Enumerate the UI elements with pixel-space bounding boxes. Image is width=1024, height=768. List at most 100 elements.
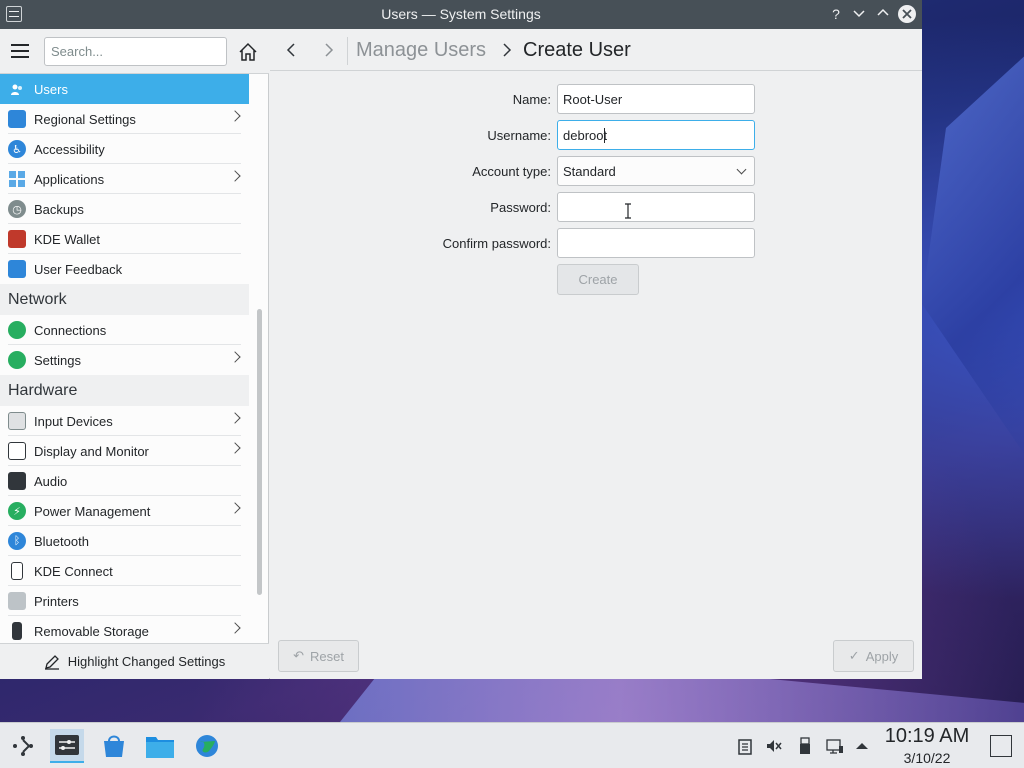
volume-muted-icon[interactable] [765, 737, 783, 755]
confirm-password-field[interactable] [557, 228, 755, 258]
wallpaper-shape [340, 678, 1024, 722]
feedback-icon [8, 260, 26, 278]
wallpaper-shape [922, 40, 1024, 480]
highlight-changed-settings-label: Highlight Changed Settings [67, 654, 226, 669]
chevron-right-icon [229, 442, 241, 454]
sidebar-item-applications[interactable]: Applications [0, 164, 249, 194]
account-type-value: Standard [563, 163, 616, 179]
sidebar-item-label: Audio [34, 473, 68, 489]
system-settings-task-icon[interactable] [50, 729, 84, 763]
sidebar-item-regional-settings[interactable]: Regional Settings [0, 104, 249, 134]
sidebar-item-power-management[interactable]: ⚡ Power Management [0, 496, 249, 526]
backups-icon: ◷ [8, 200, 26, 218]
apply-icon: ✓ [848, 648, 860, 663]
sidebar-item-backups[interactable]: ◷ Backups [0, 194, 249, 224]
breadcrumb-manage-users[interactable]: Manage Users [356, 39, 486, 62]
hamburger-menu-icon[interactable] [11, 44, 29, 58]
name-field[interactable]: Root-User [557, 84, 755, 114]
sidebar-item-accessibility[interactable]: ♿ Accessibility [0, 134, 249, 164]
globe-icon [8, 321, 26, 339]
sidebar-scrollbar[interactable] [257, 309, 262, 595]
breadcrumb: Manage Users Create User [270, 29, 922, 71]
sidebar-item-label: Connections [34, 322, 107, 338]
sidebar-item-label: Display and Monitor [34, 443, 149, 459]
sidebar-item-removable-storage[interactable]: Removable Storage [0, 616, 249, 646]
chevron-right-icon [229, 502, 241, 514]
network-wired-icon[interactable] [826, 737, 844, 755]
username-label: Username: [487, 128, 551, 143]
sidebar-item-kde-wallet[interactable]: KDE Wallet [0, 224, 249, 254]
sidebar-item-label: Backups [34, 201, 84, 217]
sidebar-item-label: Printers [34, 593, 79, 609]
sidebar-item-display-and-monitor[interactable]: Display and Monitor [0, 436, 249, 466]
confirm-password-label: Confirm password: [442, 236, 551, 251]
chevron-up-icon[interactable] [853, 737, 871, 755]
sidebar-item-audio[interactable]: Audio [0, 466, 249, 496]
speaker-icon [8, 472, 26, 490]
breadcrumb-divider [347, 37, 348, 65]
title-bar[interactable]: Users — System Settings ? [0, 0, 922, 29]
chevron-down-icon [736, 164, 747, 175]
discover-store-icon[interactable] [97, 729, 131, 763]
sidebar-item-printers[interactable]: Printers [0, 586, 249, 616]
sidebar-item-users[interactable]: Users [0, 74, 249, 104]
name-label: Name: [512, 92, 551, 107]
highlight-changed-settings-button[interactable]: Highlight Changed Settings [0, 643, 269, 679]
monitor-icon [8, 442, 26, 460]
create-button[interactable]: Create [557, 264, 639, 295]
power-icon: ⚡ [8, 502, 26, 520]
phone-icon [11, 562, 23, 580]
sidebar-item-user-feedback[interactable]: User Feedback [0, 254, 249, 284]
application-launcher-icon[interactable] [6, 729, 40, 763]
help-icon[interactable]: ? [827, 5, 845, 23]
back-icon[interactable] [285, 43, 297, 57]
sidebar-category-network: Network [0, 284, 249, 315]
sidebar: Users Regional Settings ♿ Accessibility … [0, 29, 269, 679]
clock-date[interactable]: 3/10/22 [880, 750, 974, 766]
apply-button[interactable]: ✓ Apply [833, 640, 914, 672]
applications-icon [8, 170, 26, 188]
file-manager-icon[interactable] [143, 729, 177, 763]
reset-button[interactable]: ↶ Reset [278, 640, 359, 672]
sidebar-item-network-settings[interactable]: Settings [0, 345, 249, 375]
clock-time[interactable]: 10:19 AM [880, 725, 974, 748]
sidebar-item-label: Users [34, 81, 68, 97]
reset-label: Reset [309, 648, 344, 664]
username-field[interactable]: debroot [557, 120, 755, 150]
removable-device-icon[interactable] [796, 737, 814, 755]
account-type-label: Account type: [472, 164, 551, 179]
taskbar: 10:19 AM 3/10/22 [0, 722, 1024, 768]
account-type-select[interactable]: Standard [557, 156, 755, 186]
main-content: Manage Users Create User Name: Root-User… [270, 29, 922, 679]
web-browser-icon[interactable] [190, 729, 224, 763]
sidebar-item-label: Bluetooth [34, 533, 89, 549]
sidebar-item-label: Input Devices [34, 413, 113, 429]
sidebar-item-label: Power Management [34, 503, 151, 519]
sidebar-item-kde-connect[interactable]: KDE Connect [0, 556, 249, 586]
home-icon[interactable] [236, 40, 260, 64]
maximize-button[interactable] [874, 5, 892, 23]
show-desktop-icon[interactable] [990, 735, 1012, 757]
sidebar-item-label: Accessibility [34, 141, 105, 157]
search-input[interactable] [44, 37, 227, 66]
globe-icon [8, 351, 26, 369]
password-field[interactable] [557, 192, 755, 222]
chevron-right-icon [229, 110, 241, 122]
clipboard-icon[interactable] [736, 737, 754, 755]
sidebar-category-hardware: Hardware [0, 375, 249, 406]
sidebar-item-label: User Feedback [34, 261, 123, 277]
sidebar-item-label: KDE Wallet [34, 231, 100, 247]
text-cursor [604, 127, 606, 143]
wallet-icon [8, 230, 26, 248]
sidebar-item-bluetooth[interactable]: ᛒ Bluetooth [0, 526, 249, 556]
minimize-button[interactable] [850, 5, 868, 23]
chevron-right-icon [229, 351, 241, 363]
window-title: Users — System Settings [381, 6, 541, 22]
forward-icon[interactable] [323, 43, 335, 57]
chevron-right-icon [229, 622, 241, 634]
usb-icon [12, 622, 22, 640]
sidebar-item-input-devices[interactable]: Input Devices [0, 406, 249, 436]
close-button[interactable] [898, 5, 916, 23]
sidebar-item-connections[interactable]: Connections [0, 315, 249, 345]
accessibility-icon: ♿ [8, 140, 26, 158]
